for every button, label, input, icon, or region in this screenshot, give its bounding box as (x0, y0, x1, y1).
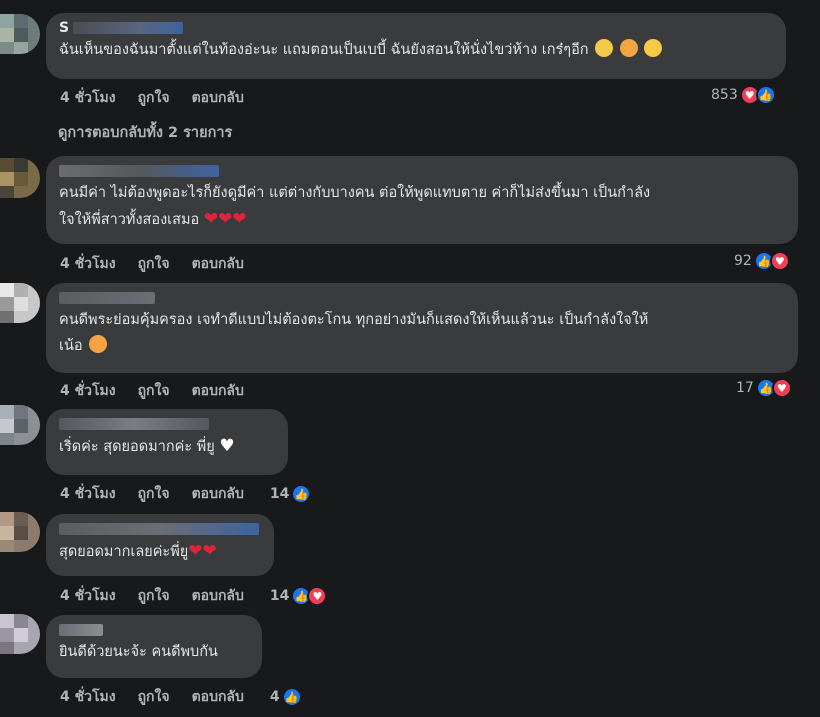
reaction-count: 17 (736, 380, 754, 396)
like-button[interactable]: ถูกใจ (138, 253, 170, 275)
like-icon: 👍 (755, 85, 776, 105)
comment-actions: 4 ชั่วโมง ถูกใจ ตอบกลับ (60, 253, 244, 275)
comment-actions: 4 ชั่วโมง ถูกใจ ตอบกลับ 14 👍 (60, 483, 312, 505)
blurred-name (59, 523, 259, 535)
commenter-name[interactable] (59, 415, 276, 433)
comment-text: สุดยอดมากเลยค่ะพี่ยู❤❤ (59, 541, 217, 561)
like-icon: 👍 (281, 687, 302, 707)
avatar[interactable] (0, 14, 40, 54)
comment-text: คนดีพระย่อมคุ้มครอง เจทำดีแบบไม่ต้องตะโก… (59, 312, 649, 354)
comment-actions: 4 ชั่วโมง ถูกใจ ตอบกลับ (60, 87, 244, 109)
comment-actions: 4 ชั่วโมง ถูกใจ ตอบกลับ 14 👍 ♥ (60, 585, 328, 607)
heart-eyes-emoji-icon (89, 335, 108, 353)
reaction-count: 14 (269, 588, 290, 604)
timestamp[interactable]: 4 ชั่วโมง (60, 87, 116, 109)
blurred-name (59, 292, 155, 304)
blurred-name (59, 418, 209, 430)
white-heart-emoji-icon: ♥ (219, 436, 235, 456)
reaction-count: 853 (711, 87, 738, 103)
reply-button[interactable]: ตอบกลับ (192, 253, 244, 275)
reaction-count: 92 (734, 253, 752, 269)
commenter-name[interactable] (59, 289, 786, 307)
like-button[interactable]: ถูกใจ (138, 483, 170, 505)
love-icon: ♥ (771, 378, 792, 398)
reaction-summary[interactable]: 14 👍 (269, 484, 312, 504)
avatar[interactable] (0, 158, 40, 198)
timestamp[interactable]: 4 ชั่วโมง (60, 686, 116, 708)
comment-bubble: S ฉันเห็นของฉันมาตั้งแต่ในท้องอ่ะนะ แถมต… (46, 13, 786, 79)
comment-bubble: สุดยอดมากเลยค่ะพี่ยู❤❤ (46, 514, 274, 576)
red-heart-emoji-icon: ❤❤ (188, 541, 217, 561)
love-icon: ♥ (769, 251, 790, 271)
comment-bubble: เริ่ดค่ะ สุดยอดมากค่ะ พี่ยู ♥ (46, 409, 288, 475)
reaction-summary[interactable]: 14 👍 ♥ (269, 586, 328, 606)
heart-eyes-emoji-icon (619, 39, 638, 57)
avatar[interactable] (0, 405, 40, 445)
comment-text: ฉันเห็นของฉันมาตั้งแต่ในท้องอ่ะนะ แถมตอน… (59, 37, 774, 63)
commenter-name[interactable] (59, 162, 786, 180)
comment-text: ยินดีด้วยนะจ้ะ คนดีพบกัน (59, 644, 218, 660)
reaction-count: 4 (269, 689, 280, 705)
avatar[interactable] (0, 283, 40, 323)
blurred-name (73, 22, 184, 34)
reaction-summary[interactable]: 17 👍 ♥ (736, 378, 792, 398)
reaction-summary[interactable]: 92 👍 ♥ (734, 251, 790, 271)
grin-emoji-icon (595, 39, 614, 57)
timestamp[interactable]: 4 ชั่วโมง (60, 585, 116, 607)
comment-text: คนมีค่า ไม่ต้องพูดอะไรก็ยังดูมีค่า แต่ต่… (59, 185, 651, 229)
commenter-name[interactable] (59, 520, 262, 538)
reply-button[interactable]: ตอบกลับ (192, 686, 244, 708)
commenter-name[interactable]: S (59, 19, 774, 37)
comment-bubble: ยินดีด้วยนะจ้ะ คนดีพบกัน (46, 615, 262, 678)
blurred-name (59, 165, 219, 177)
reaction-summary[interactable]: 4 👍 (270, 687, 302, 707)
avatar[interactable] (0, 512, 40, 552)
like-button[interactable]: ถูกใจ (138, 87, 170, 109)
red-heart-emoji-icon: ❤❤❤ (203, 209, 247, 229)
reply-button[interactable]: ตอบกลับ (192, 483, 244, 505)
commenter-name[interactable] (59, 621, 250, 639)
reaction-summary[interactable]: 853 ♥ 👍 (711, 85, 776, 105)
blurred-name (59, 624, 103, 636)
reply-button[interactable]: ตอบกลับ (192, 380, 244, 402)
timestamp[interactable]: 4 ชั่วโมง (60, 483, 116, 505)
reply-button[interactable]: ตอบกลับ (192, 87, 244, 109)
like-button[interactable]: ถูกใจ (138, 686, 170, 708)
blowing-kiss-emoji-icon (644, 39, 663, 57)
like-button[interactable]: ถูกใจ (138, 380, 170, 402)
timestamp[interactable]: 4 ชั่วโมง (60, 380, 116, 402)
comment-bubble: คนดีพระย่อมคุ้มครอง เจทำดีแบบไม่ต้องตะโก… (46, 283, 798, 373)
comment-bubble: คนมีค่า ไม่ต้องพูดอะไรก็ยังดูมีค่า แต่ต่… (46, 156, 798, 244)
reaction-count: 14 (269, 486, 290, 502)
like-icon: 👍 (291, 484, 312, 504)
like-button[interactable]: ถูกใจ (138, 585, 170, 607)
comment-actions: 4 ชั่วโมง ถูกใจ ตอบกลับ 4 👍 (60, 686, 302, 708)
avatar[interactable] (0, 614, 40, 654)
view-replies-link[interactable]: ดูการตอบกลับทั้ง 2 รายการ (58, 121, 232, 144)
timestamp[interactable]: 4 ชั่วโมง (60, 253, 116, 275)
love-icon: ♥ (307, 586, 328, 606)
comment-text: เริ่ดค่ะ สุดยอดมากค่ะ พี่ยู ♥ (59, 436, 235, 456)
reply-button[interactable]: ตอบกลับ (192, 585, 244, 607)
comment-actions: 4 ชั่วโมง ถูกใจ ตอบกลับ (60, 380, 244, 402)
